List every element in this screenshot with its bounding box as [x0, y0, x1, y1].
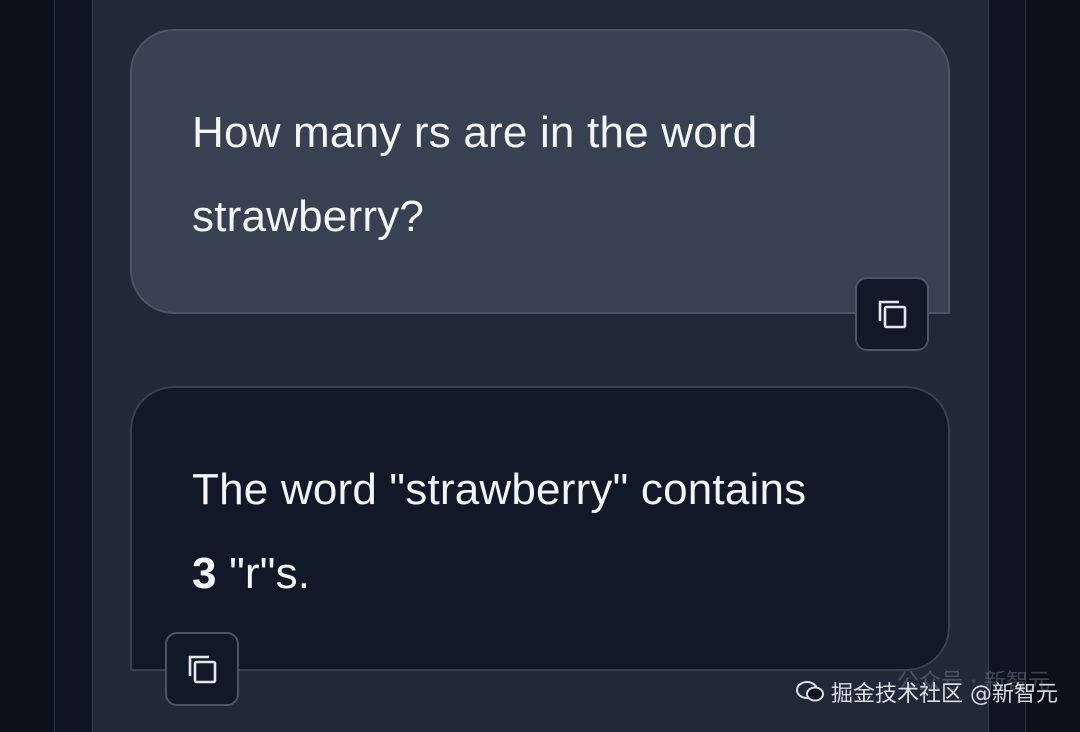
wechat-icon [796, 681, 824, 702]
user-message-line-2: strawberry? [192, 192, 425, 241]
copy-icon [188, 655, 217, 684]
copy-icon [878, 300, 907, 329]
assistant-message-suffix: "r"s. [216, 549, 311, 598]
juejin-watermark: 掘金技术社区 @新智元 [795, 676, 1058, 708]
answer-count: 3 [192, 549, 217, 598]
user-message-line-1: How many rs are in the word [192, 108, 758, 157]
app-screen: How many rs are in the word strawberry? … [0, 0, 1080, 732]
assistant-message-line-2: 3 "r"s. [192, 532, 888, 616]
copy-user-message-button[interactable] [855, 277, 929, 351]
assistant-message-bubble: The word "strawberry" contains 3 "r"s. [130, 386, 950, 671]
copy-assistant-message-button[interactable] [165, 632, 239, 706]
watermark-text: 掘金技术社区 @新智元 [831, 682, 1058, 707]
user-message-bubble: How many rs are in the word strawberry? [130, 29, 950, 314]
assistant-message-line-1: The word "strawberry" contains [192, 465, 807, 514]
